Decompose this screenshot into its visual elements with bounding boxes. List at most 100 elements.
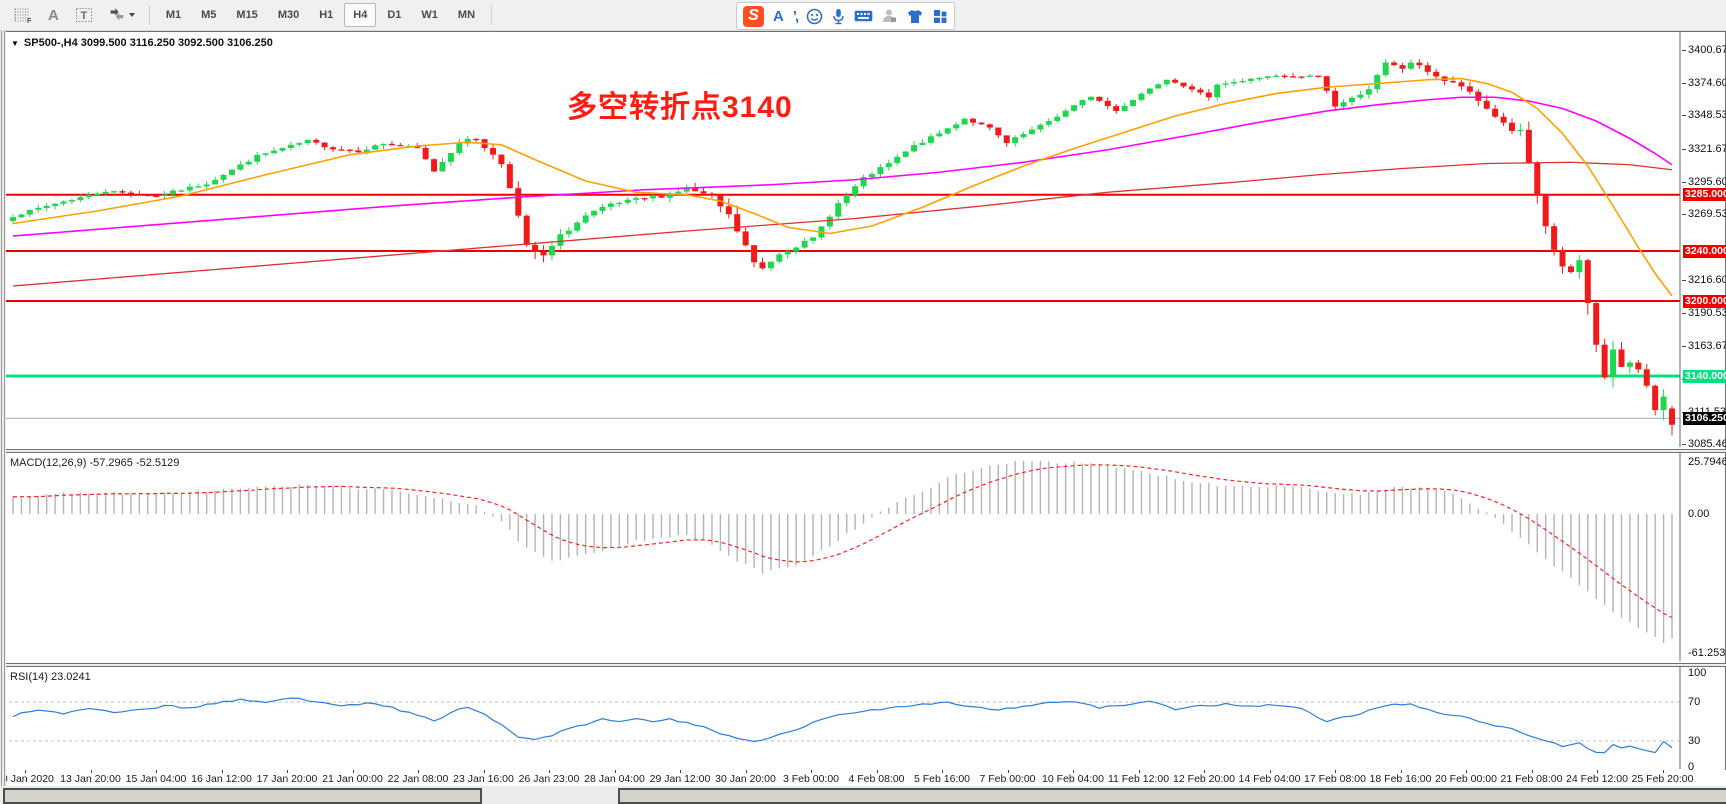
price-tick-label: 3163.670 — [1688, 340, 1726, 352]
time-axis-label: 14 Feb 04:00 — [1239, 773, 1301, 785]
chevron-down-icon[interactable]: ▼ — [11, 39, 19, 48]
symbol-header[interactable]: ▼ SP500-,H4 3099.500 3116.250 3092.500 3… — [11, 37, 273, 49]
svg-text:F: F — [27, 18, 32, 23]
background-window[interactable] — [3, 788, 482, 804]
time-axis-label: 10 Jan 2020 — [0, 773, 54, 785]
fibonacci-grid-icon[interactable]: F — [7, 3, 39, 27]
time-axis-label: 23 Jan 16:00 — [453, 773, 514, 785]
timeframe-group: M1M5M15M30H1H4D1W1MN — [156, 3, 485, 27]
time-tick — [287, 770, 288, 773]
rsi-label: RSI(14) 23.0241 — [10, 671, 91, 683]
time-tick — [91, 770, 92, 773]
toolbar-separator — [149, 5, 150, 25]
timeframe-M15[interactable]: M15 — [227, 4, 266, 26]
ime-toolbar: S A ’, — [736, 2, 955, 30]
time-tick — [549, 770, 550, 773]
sogou-logo-icon[interactable]: S — [743, 6, 764, 27]
time-tick — [1073, 770, 1074, 773]
time-axis-label: 25 Feb 20:00 — [1632, 773, 1694, 785]
timeframe-MN[interactable]: MN — [449, 4, 484, 26]
price-chart-canvas[interactable] — [1, 32, 1725, 447]
price-tick — [1682, 313, 1686, 314]
ime-emoji-icon[interactable] — [806, 8, 823, 25]
time-axis-label: 16 Jan 12:00 — [191, 773, 252, 785]
macd-axis-label: -61.2533 — [1688, 647, 1726, 659]
label-box-icon[interactable]: T — [68, 3, 100, 27]
ime-microphone-icon[interactable] — [832, 8, 845, 25]
time-axis-label: 20 Feb 00:00 — [1435, 773, 1497, 785]
ime-punctuation-icon[interactable]: ’, — [793, 8, 797, 25]
time-tick — [222, 770, 223, 773]
time-tick — [418, 770, 419, 773]
svg-text:T: T — [80, 10, 87, 22]
price-chart-panel[interactable]: ▼ SP500-,H4 3099.500 3116.250 3092.500 3… — [0, 31, 1726, 450]
bottom-window-strip — [0, 786, 1726, 796]
ime-language-icon[interactable]: A — [773, 8, 784, 25]
rsi-canvas[interactable] — [1, 667, 1725, 769]
time-axis-label: 11 Feb 12:00 — [1108, 773, 1169, 785]
timeframe-M5[interactable]: M5 — [192, 4, 225, 26]
ime-account-icon[interactable] — [882, 8, 897, 24]
text-a-icon[interactable]: A — [41, 3, 66, 27]
time-tick — [25, 770, 26, 773]
time-tick — [1270, 770, 1271, 773]
time-tick — [615, 770, 616, 773]
price-tick-label: 3400.670 — [1688, 44, 1726, 56]
rsi-axis-label: 100 — [1688, 667, 1706, 679]
ime-skin-icon[interactable] — [906, 9, 924, 24]
time-axis-label: 30 Jan 20:00 — [715, 773, 776, 785]
time-tick — [1597, 770, 1598, 773]
timeframe-M30[interactable]: M30 — [269, 4, 308, 26]
level-price-badge: 3285.000 — [1683, 188, 1726, 201]
macd-panel[interactable]: MACD(12,26,9) -57.2965 -52.5129 25.79460… — [0, 452, 1726, 664]
time-axis-label: 26 Jan 23:00 — [519, 773, 580, 785]
time-axis-label: 13 Jan 20:00 — [60, 773, 121, 785]
rsi-axis-label: 30 — [1688, 735, 1700, 747]
time-axis-label: 29 Jan 12:00 — [650, 773, 711, 785]
time-axis-label: 10 Feb 04:00 — [1042, 773, 1104, 785]
ime-keyboard-icon[interactable] — [854, 9, 873, 23]
object-styles-icon[interactable] — [102, 3, 142, 27]
time-tick — [1204, 770, 1205, 773]
time-axis-label: 17 Feb 08:00 — [1304, 773, 1366, 785]
time-tick — [811, 770, 812, 773]
window-left-border — [0, 31, 6, 786]
timeframe-H4[interactable]: H4 — [344, 3, 376, 27]
time-tick — [1139, 770, 1140, 773]
time-axis-label: 24 Feb 12:00 — [1566, 773, 1628, 785]
time-tick — [680, 770, 681, 773]
time-tick — [156, 770, 157, 773]
time-axis-label: 3 Feb 00:00 — [783, 773, 839, 785]
rsi-axis-label: 70 — [1688, 696, 1700, 708]
time-tick — [1532, 770, 1533, 773]
price-tick-label: 3085.460 — [1688, 438, 1726, 450]
rsi-panel[interactable]: RSI(14) 23.0241 10070300 — [0, 666, 1726, 772]
ime-tools-grid-icon[interactable] — [933, 9, 948, 24]
time-axis-label: 22 Jan 08:00 — [388, 773, 449, 785]
macd-canvas[interactable] — [1, 453, 1725, 661]
price-tick — [1682, 182, 1686, 183]
timeframe-M1[interactable]: M1 — [157, 4, 190, 26]
time-axis-label: 7 Feb 00:00 — [979, 773, 1035, 785]
macd-axis-label: 25.7946 — [1688, 456, 1726, 468]
current-price-badge: 3106.250 — [1683, 412, 1726, 425]
time-axis-label: 21 Feb 08:00 — [1501, 773, 1563, 785]
price-tick — [1682, 280, 1686, 281]
chart-annotation-text: 多空转折点3140 — [567, 82, 793, 126]
price-tick-label: 3321.670 — [1688, 143, 1726, 155]
price-tick — [1682, 346, 1686, 347]
time-axis-label: 28 Jan 04:00 — [584, 773, 645, 785]
timeframe-D1[interactable]: D1 — [378, 4, 410, 26]
time-axis-label: 18 Feb 16:00 — [1370, 773, 1432, 785]
time-tick — [1663, 770, 1664, 773]
timeframe-H1[interactable]: H1 — [310, 4, 342, 26]
time-tick — [1008, 770, 1009, 773]
price-tick-label: 3190.530 — [1688, 307, 1726, 319]
background-window[interactable] — [618, 788, 1726, 804]
timeframe-W1[interactable]: W1 — [412, 4, 447, 26]
time-tick — [877, 770, 878, 773]
macd-axis-label: 0.00 — [1688, 508, 1709, 520]
time-axis-label: 12 Feb 20:00 — [1173, 773, 1235, 785]
time-axis[interactable]: 10 Jan 202013 Jan 20:0015 Jan 04:0016 Ja… — [0, 770, 1726, 786]
time-tick — [353, 770, 354, 773]
